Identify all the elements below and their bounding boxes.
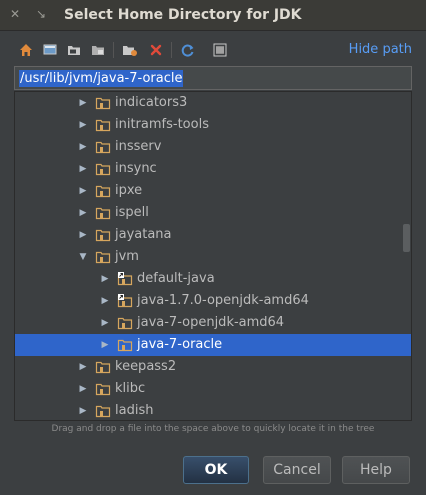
collapsed-arrow-icon[interactable]: ▶ — [77, 404, 89, 418]
tree-row[interactable]: ▶ ladish — [15, 400, 411, 420]
collapsed-arrow-icon[interactable]: ▶ — [99, 294, 111, 308]
tree-row-label: initramfs-tools — [115, 117, 209, 132]
tree-row[interactable]: ▶ ipxe — [15, 180, 411, 202]
folder-icon — [117, 315, 133, 331]
tree-row-label: keepass2 — [115, 359, 177, 374]
folder-link-icon — [117, 271, 133, 287]
tree-row[interactable]: ▶ java-7-openjdk-amd64 — [15, 312, 411, 334]
tree-row-label: java-1.7.0-openjdk-amd64 — [137, 293, 309, 308]
folder-icon — [95, 95, 111, 111]
collapsed-arrow-icon[interactable]: ▶ — [77, 96, 89, 110]
tree-row[interactable]: ▼ jvm — [15, 246, 411, 268]
project-folder-icon[interactable] — [64, 39, 84, 61]
tree-row[interactable]: ▶ keepass2 — [15, 356, 411, 378]
folder-icon — [95, 359, 111, 375]
tree-row[interactable]: ▶ jayatana — [15, 224, 411, 246]
desktop-icon[interactable] — [40, 39, 60, 61]
tree-scrollbar-thumb[interactable] — [403, 224, 410, 252]
minimize-icon[interactable]: ↘ — [34, 7, 48, 21]
tree-row-label: insync — [115, 161, 157, 176]
cancel-button[interactable]: Cancel — [263, 456, 331, 484]
tree-row-label: klibc — [115, 381, 146, 396]
collapsed-arrow-icon[interactable]: ▶ — [77, 162, 89, 176]
hide-path-link[interactable]: Hide path — [349, 42, 412, 57]
collapsed-arrow-icon[interactable]: ▶ — [77, 228, 89, 242]
folder-icon — [95, 139, 111, 155]
home-icon[interactable] — [16, 39, 36, 61]
tree-row[interactable]: ▶ insync — [15, 158, 411, 180]
tree-row[interactable]: ▶ insserv — [15, 136, 411, 158]
folder-icon — [95, 161, 111, 177]
title-bar: ✕ ↘ Select Home Directory for JDK — [0, 0, 426, 31]
folder-icon — [95, 205, 111, 221]
tree-row-label: ipxe — [115, 183, 143, 198]
tree-row[interactable]: ▶ klibc — [15, 378, 411, 400]
folder-icon — [95, 403, 111, 419]
collapsed-arrow-icon[interactable]: ▶ — [99, 272, 111, 286]
collapsed-arrow-icon[interactable]: ▶ — [99, 316, 111, 330]
folder-icon — [95, 227, 111, 243]
drag-drop-hint: Drag and drop a file into the space abov… — [51, 424, 375, 434]
close-icon[interactable]: ✕ — [8, 7, 22, 21]
collapsed-arrow-icon[interactable]: ▶ — [99, 338, 111, 352]
collapsed-arrow-icon[interactable]: ▶ — [77, 382, 89, 396]
tree-row[interactable]: ▶ ispell — [15, 202, 411, 224]
ok-button[interactable]: OK — [183, 456, 249, 484]
delete-icon[interactable] — [146, 39, 166, 61]
folder-link-icon — [117, 293, 133, 309]
collapsed-arrow-icon[interactable]: ▶ — [77, 206, 89, 220]
tree-row-label: default-java — [137, 271, 215, 286]
module-folder-icon[interactable] — [88, 39, 108, 61]
folder-icon — [95, 249, 111, 265]
tree-row-label: jvm — [115, 249, 139, 264]
tree-scrollbar[interactable] — [400, 92, 410, 420]
tree-row-label: java-7-oracle — [137, 337, 223, 352]
collapsed-arrow-icon[interactable]: ▶ — [77, 140, 89, 154]
tree-row-label: ispell — [115, 205, 149, 220]
tree-row-label: java-7-openjdk-amd64 — [137, 315, 285, 330]
tree-row[interactable]: ▶ java-7-oracle — [15, 334, 411, 356]
toolbar-separator — [171, 42, 172, 58]
folder-icon — [95, 117, 111, 133]
folder-icon — [95, 381, 111, 397]
path-input[interactable]: /usr/lib/jvm/java-7-oracle — [14, 66, 412, 90]
tree-row[interactable]: ▶ indicators3 — [15, 92, 411, 114]
refresh-icon[interactable] — [178, 39, 198, 61]
new-folder-icon[interactable] — [120, 39, 140, 61]
tree-row-label: insserv — [115, 139, 162, 154]
tree-row[interactable]: ▶ java-1.7.0-openjdk-amd64 — [15, 290, 411, 312]
path-input-value: /usr/lib/jvm/java-7-oracle — [19, 70, 184, 87]
collapsed-arrow-icon[interactable]: ▶ — [77, 118, 89, 132]
tree-row[interactable]: ▶ default-java — [15, 268, 411, 290]
file-tree[interactable]: ▶ indicators3 ▶ initramfs-tools ▶ insserv ▶ ins… — [14, 91, 412, 421]
toolbar-separator — [113, 42, 114, 58]
folder-icon — [95, 183, 111, 199]
collapsed-arrow-icon[interactable]: ▶ — [77, 184, 89, 198]
tree-row-label: ladish — [115, 403, 154, 418]
folder-icon — [117, 337, 133, 353]
help-button[interactable]: Help — [342, 456, 410, 484]
tree-row[interactable]: ▶ initramfs-tools — [15, 114, 411, 136]
collapsed-arrow-icon[interactable]: ▶ — [77, 360, 89, 374]
expanded-arrow-icon[interactable]: ▼ — [77, 250, 89, 264]
tree-row-label: jayatana — [115, 227, 172, 242]
window-title: Select Home Directory for JDK — [64, 7, 302, 23]
show-hidden-icon[interactable] — [210, 39, 230, 61]
tree-row-label: indicators3 — [115, 95, 188, 110]
